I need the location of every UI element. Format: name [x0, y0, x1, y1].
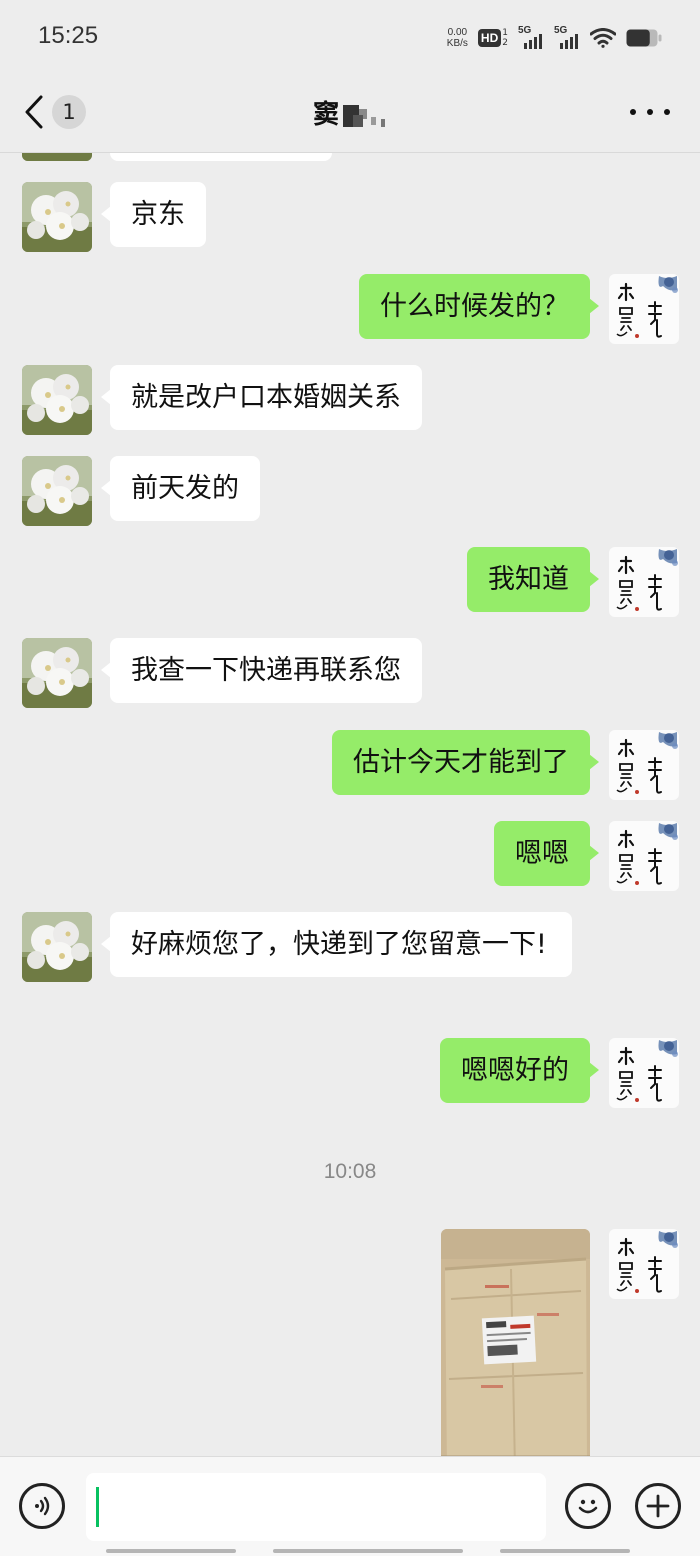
emoji-button[interactable]: [565, 1483, 611, 1529]
chat-screen: 15:25 0.00 KB/s HD 1 2 5G 5G 1 窦 京东 什么时候…: [0, 0, 700, 1556]
home-indicator: [0, 1549, 700, 1553]
ink-painting-avatar-image: [609, 730, 679, 800]
flower-avatar-image: [22, 456, 92, 526]
contact-avatar[interactable]: [22, 912, 92, 982]
sent-message-bubble[interactable]: 嗯嗯好的: [440, 1038, 599, 1103]
sent-message-bubble[interactable]: 估计今天才能到了: [332, 730, 599, 795]
more-options-button[interactable]: [630, 102, 670, 122]
sent-message-bubble[interactable]: 嗯嗯: [494, 821, 599, 886]
chat-title[interactable]: 窦: [0, 94, 700, 131]
voice-input-button[interactable]: [19, 1483, 65, 1529]
plus-icon: [646, 1494, 670, 1518]
ink-painting-avatar-image: [609, 1038, 679, 1108]
ink-painting-avatar-image: [609, 1229, 679, 1299]
status-time: 15:25: [38, 22, 99, 49]
message-list[interactable]: 京东 什么时候发的？ 就是改户口本婚姻关系 前天发的 我知道 我查一下快递再联系…: [0, 153, 700, 1456]
text-cursor: [96, 1487, 99, 1527]
network-speed-value: 0.00: [447, 27, 468, 38]
ink-painting-avatar-image: [609, 547, 679, 617]
contact-avatar[interactable]: [22, 456, 92, 526]
input-bar: [0, 1456, 700, 1556]
contact-avatar[interactable]: [22, 365, 92, 435]
flower-avatar-image: [22, 912, 92, 982]
my-avatar[interactable]: [609, 1229, 679, 1299]
voice-icon: [35, 1496, 50, 1516]
status-bar: 15:25 0.00 KB/s HD 1 2 5G 5G: [0, 0, 700, 72]
received-message-bubble[interactable]: 好麻烦您了，快递到了您留意一下!: [101, 912, 572, 977]
flower-avatar-image: [22, 638, 92, 708]
ink-painting-avatar-image: [609, 274, 679, 344]
flower-avatar-image: [22, 153, 92, 161]
my-avatar[interactable]: [609, 730, 679, 800]
battery-icon: [626, 29, 662, 47]
more-dot-icon: [647, 109, 653, 115]
contact-avatar[interactable]: [22, 153, 92, 161]
parcel-photo: [441, 1229, 590, 1456]
contact-avatar[interactable]: [22, 638, 92, 708]
hd-sub-top: 1: [502, 28, 508, 38]
ink-painting-avatar-image: [609, 821, 679, 891]
received-message-bubble[interactable]: 前天发的: [101, 456, 260, 521]
photo-message[interactable]: [441, 1229, 590, 1456]
flower-avatar-image: [22, 182, 92, 252]
chat-header: 1 窦: [0, 72, 700, 153]
received-message-bubble[interactable]: 我查一下快递再联系您: [101, 638, 422, 703]
received-message-bubble[interactable]: 京东: [101, 182, 206, 247]
message-bubble-partial[interactable]: [110, 153, 332, 161]
smiley-face-icon: [578, 1499, 598, 1514]
my-avatar[interactable]: [609, 1038, 679, 1108]
sim1-signal-icon: 5G: [518, 25, 544, 49]
flower-avatar-image: [22, 365, 92, 435]
more-functions-button[interactable]: [635, 1483, 681, 1529]
my-avatar[interactable]: [609, 547, 679, 617]
wifi-icon: [590, 28, 616, 48]
message-input[interactable]: [86, 1473, 546, 1541]
my-avatar[interactable]: [609, 821, 679, 891]
my-avatar[interactable]: [609, 274, 679, 344]
network-speed-unit: KB/s: [446, 38, 468, 49]
redacted-name-mosaic: [341, 101, 387, 131]
hd-sub-bottom: 2: [502, 38, 508, 48]
more-dot-icon: [630, 109, 636, 115]
hd-label: HD: [477, 29, 502, 47]
hd-voice-icon: HD 1 2: [477, 28, 508, 48]
more-dot-icon: [664, 109, 670, 115]
sent-message-bubble[interactable]: 我知道: [467, 547, 599, 612]
sim2-signal-icon: 5G: [554, 25, 580, 49]
received-message-bubble[interactable]: 就是改户口本婚姻关系: [101, 365, 422, 430]
contact-name: 窦: [312, 100, 339, 130]
network-speed: 0.00 KB/s: [447, 27, 468, 49]
contact-avatar[interactable]: [22, 182, 92, 252]
message-timestamp: 10:08: [323, 1160, 377, 1183]
sent-message-bubble[interactable]: 什么时候发的？: [359, 274, 599, 339]
status-icons: 0.00 KB/s HD 1 2 5G 5G: [447, 22, 662, 54]
